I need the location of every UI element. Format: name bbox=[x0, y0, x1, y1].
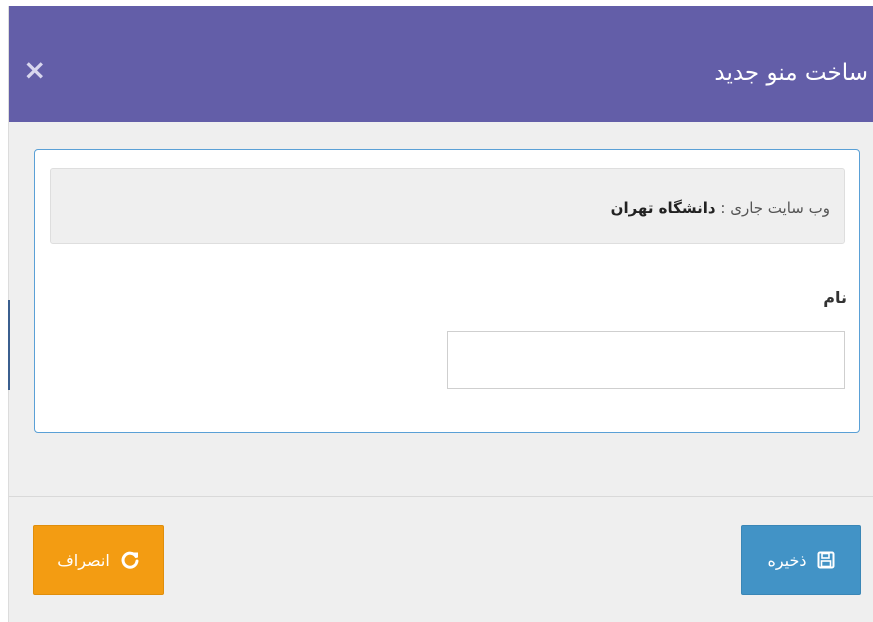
save-button[interactable]: ذخیره bbox=[741, 525, 861, 595]
current-website-label: وب سایت جاری : bbox=[715, 199, 830, 217]
refresh-icon bbox=[120, 550, 140, 570]
form-panel: وب سایت جاری : دانشگاه تهران نام bbox=[34, 149, 860, 433]
close-icon[interactable]: × bbox=[23, 56, 46, 84]
current-website-box: وب سایت جاری : دانشگاه تهران bbox=[50, 168, 845, 244]
cancel-button-label: انصراف bbox=[57, 550, 110, 570]
name-input[interactable] bbox=[447, 331, 845, 389]
left-edge-accent bbox=[8, 300, 10, 390]
floppy-disk-icon bbox=[817, 551, 835, 569]
dialog-title: ساخت منو جدید bbox=[714, 60, 868, 86]
dialog-header: ساخت منو جدید × bbox=[9, 6, 873, 122]
current-website-text: وب سایت جاری : دانشگاه تهران bbox=[611, 199, 830, 217]
save-button-label: ذخیره bbox=[767, 550, 807, 570]
create-menu-dialog: ساخت منو جدید × وب سایت جاری : دانشگاه ت… bbox=[8, 6, 873, 622]
name-label: نام bbox=[823, 288, 847, 307]
footer-divider bbox=[9, 496, 873, 497]
cancel-button[interactable]: انصراف bbox=[33, 525, 164, 595]
current-website-name: دانشگاه تهران bbox=[610, 199, 716, 217]
